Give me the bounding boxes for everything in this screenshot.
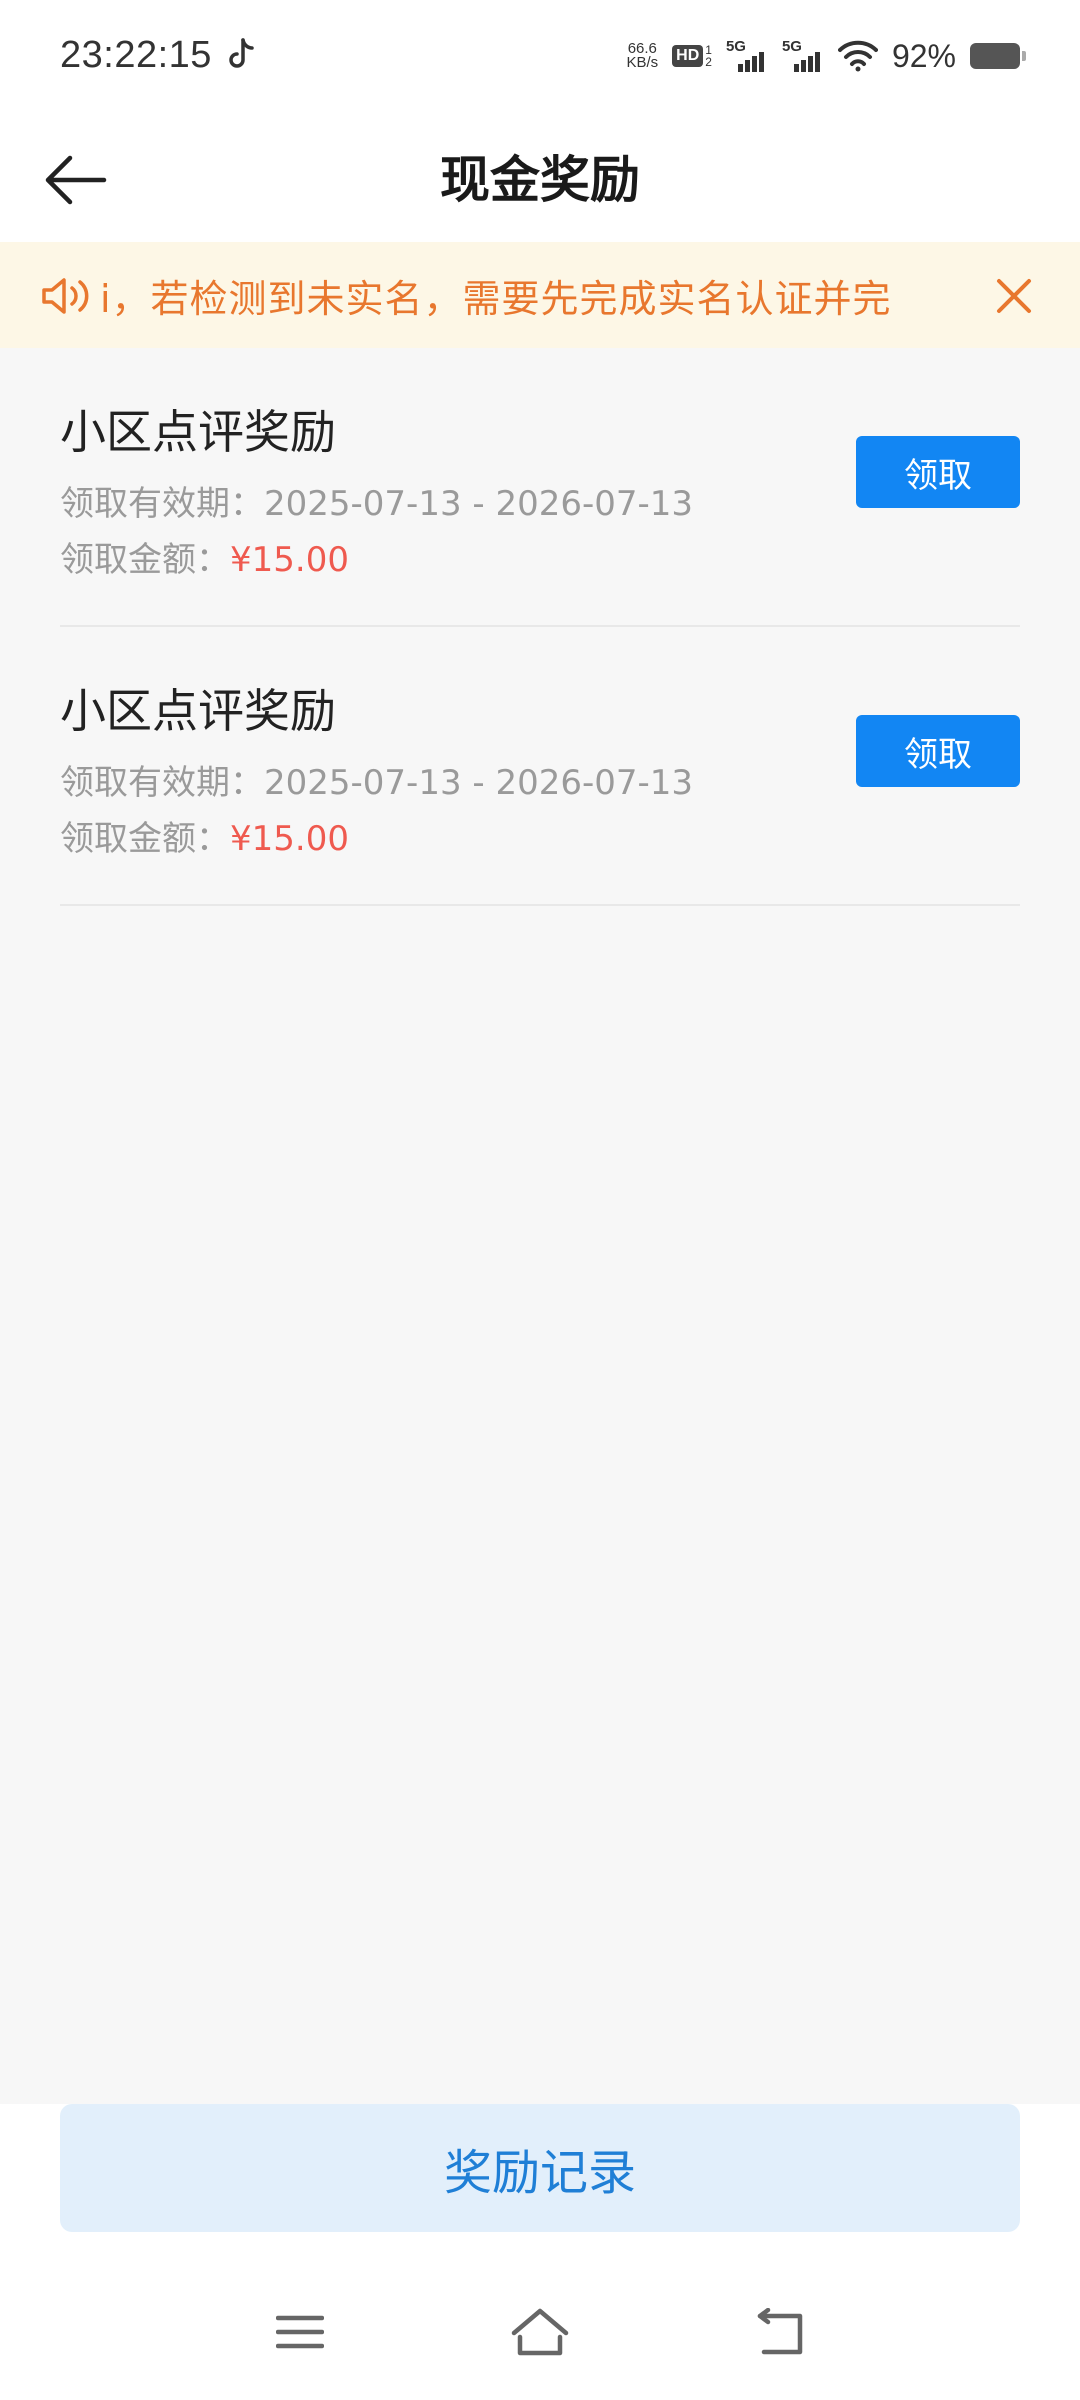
battery-percent: 92% [891, 37, 956, 74]
status-time: 23:22:15 [60, 34, 212, 76]
page-title: 现金奖励 [440, 151, 640, 209]
amount-label: 领取金额： [60, 540, 230, 580]
app-header: 现金奖励 [0, 110, 1080, 242]
menu-icon [276, 2315, 324, 2349]
notice-close-button[interactable] [986, 268, 1042, 324]
notice-marquee: i，若检测到未实名，需要先完成实名认证并完 [100, 242, 948, 348]
reward-amount: ¥15.00 [230, 819, 349, 859]
tiktok-icon [229, 38, 254, 68]
hd-sub-bottom: 2 [705, 55, 712, 69]
hd-sub: 1 2 [705, 44, 712, 68]
wifi-icon [837, 40, 878, 72]
reward-item: 小区点评奖励 领取有效期：2025-07-13 - 2026-07-13 领取金… [60, 627, 1020, 906]
speaker-icon [42, 278, 89, 314]
reward-title: 小区点评奖励 [60, 684, 336, 738]
sim2-signal-icon: 5G [782, 38, 824, 74]
validity-label: 领取有效期： [60, 763, 264, 803]
reward-validity: 领取有效期：2025-07-13 - 2026-07-13 [60, 476, 693, 525]
hd-icon: HD 1 2 [672, 44, 712, 68]
sim2-network-label: 5G [781, 38, 802, 55]
back-nav-icon [757, 2308, 803, 2355]
validity-range: 2025-07-13 - 2026-07-13 [264, 484, 694, 524]
sim1-signal-icon: 5G [726, 38, 768, 74]
validity-range: 2025-07-13 - 2026-07-13 [264, 763, 694, 803]
nav-home-button[interactable] [500, 2300, 580, 2364]
reward-validity: 领取有效期：2025-07-13 - 2026-07-13 [60, 755, 693, 804]
status-bar: 23:22:15 66.6 KB/s HD 1 2 5G 5G 92% [0, 0, 1080, 110]
notice-bar: i，若检测到未实名，需要先完成实名认证并完 [0, 242, 1080, 348]
amount-label: 领取金额： [60, 819, 230, 859]
notice-text: i，若检测到未实名，需要先完成实名认证并完 [100, 276, 892, 321]
validity-label: 领取有效期： [60, 484, 264, 524]
reward-title: 小区点评奖励 [60, 405, 336, 459]
nav-menu-button[interactable] [260, 2300, 340, 2364]
system-nav-bar [0, 2290, 1080, 2370]
net-speed-indicator: 66.6 KB/s [626, 41, 659, 71]
reward-records-button[interactable]: 奖励记录 [60, 2104, 1020, 2232]
reward-item: 小区点评奖励 领取有效期：2025-07-13 - 2026-07-13 领取金… [60, 348, 1020, 627]
reward-amount-line: 领取金额：¥15.00 [60, 532, 349, 581]
nav-back-button[interactable] [740, 2300, 820, 2364]
status-icons: 66.6 KB/s HD 1 2 5G 5G 92% [626, 32, 1026, 80]
close-icon [997, 279, 1031, 313]
net-speed-unit: KB/s [626, 54, 659, 71]
hd-label: HD [672, 45, 704, 67]
battery-icon [970, 43, 1026, 69]
reward-amount: ¥15.00 [230, 540, 349, 580]
reward-list: 小区点评奖励 领取有效期：2025-07-13 - 2026-07-13 领取金… [60, 348, 1020, 906]
home-icon [511, 2308, 569, 2356]
reward-amount-line: 领取金额：¥15.00 [60, 811, 349, 860]
claim-button[interactable]: 领取 [856, 715, 1020, 787]
claim-button[interactable]: 领取 [856, 436, 1020, 508]
sim1-network-label: 5G [725, 38, 746, 55]
